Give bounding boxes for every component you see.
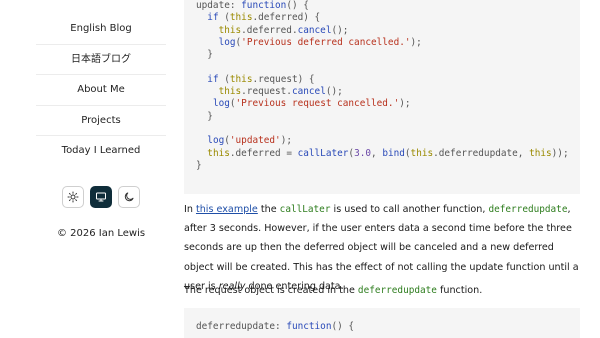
code-token: log xyxy=(212,98,230,110)
code-token: 'updated' xyxy=(229,135,281,147)
paragraph-request: The request object is created in the def… xyxy=(184,281,580,300)
code-token: } xyxy=(196,159,202,171)
code-token: .request. xyxy=(241,86,292,98)
light-theme-button[interactable] xyxy=(62,186,84,208)
code-line: this.deferred.cancel(); xyxy=(196,25,568,37)
code-line: log('Previous request cancelled.'); xyxy=(196,98,568,110)
code-token: callLater xyxy=(297,147,349,159)
code-line: log('updated'); xyxy=(196,135,568,147)
inline-code-calllater: callLater xyxy=(279,204,331,215)
code-line: update: function() { xyxy=(196,0,568,12)
code-token: this xyxy=(229,73,253,85)
code-token: (); xyxy=(325,86,343,98)
code-token: () { xyxy=(331,321,355,332)
dark-theme-button[interactable] xyxy=(118,186,140,208)
code-token: 'Previous deferred cancelled.' xyxy=(241,36,411,48)
code-line: } xyxy=(196,111,568,123)
code-token: cancel xyxy=(291,86,326,98)
code-line: this.deferred = callLater(3.0, bind(this… xyxy=(196,148,568,160)
text-segment: , after 3 seconds. However, if the user … xyxy=(184,204,579,292)
code-token: } xyxy=(196,110,213,122)
code-token: 'Previous request cancelled.' xyxy=(235,98,400,110)
code-line: } xyxy=(196,160,568,172)
sidebar-nav: English Blog 日本語ブログ About Me Projects To… xyxy=(36,14,166,167)
code-token: if xyxy=(207,12,219,24)
code-token: function xyxy=(286,321,332,332)
code-token: function xyxy=(241,0,287,11)
code-token: (); xyxy=(331,24,349,36)
text-segment: the xyxy=(257,204,280,215)
code-token: this xyxy=(229,12,253,24)
code-token: deferredupdate: xyxy=(196,321,287,332)
inline-code-deferredupdate: deferredupdate xyxy=(357,285,437,296)
theme-toggle-group xyxy=(62,186,140,208)
code-token: .deferredupdate, xyxy=(433,147,530,159)
code-token: .deferred) { xyxy=(252,12,321,24)
code-token: this xyxy=(218,24,242,36)
moon-icon xyxy=(124,192,134,202)
code-token: 3.0 xyxy=(354,147,372,159)
monitor-icon xyxy=(96,192,106,202)
code-block-deferredupdate: deferredupdate: function() { xyxy=(184,308,580,338)
code-token: this xyxy=(529,147,552,159)
sidebar-item-japanese-blog[interactable]: 日本語ブログ xyxy=(36,45,166,75)
sidebar-item-about-me[interactable]: About Me xyxy=(36,75,166,106)
code-token: ); xyxy=(410,36,422,48)
code-line: } xyxy=(196,49,568,61)
code-token: ); xyxy=(280,135,292,147)
this-example-link[interactable]: this example xyxy=(196,204,258,215)
code-token: log xyxy=(218,36,236,48)
code-line: this.request.cancel(); xyxy=(196,86,568,98)
code-line: if (this.deferred) { xyxy=(196,12,568,24)
code-token: .deferred. xyxy=(241,24,298,36)
text-segment: In xyxy=(184,204,196,215)
code-token: )); xyxy=(551,147,569,159)
code-token: this xyxy=(218,86,242,98)
code-token: .deferred = xyxy=(229,147,298,159)
code-token: () { xyxy=(286,0,309,11)
sidebar-item-english-blog[interactable]: English Blog xyxy=(36,14,166,45)
text-segment: is used to call another function, xyxy=(330,204,489,215)
code-line: log('Previous deferred cancelled.'); xyxy=(196,37,568,49)
code-token: update: xyxy=(196,0,242,11)
code-token: ( xyxy=(218,73,230,85)
sidebar-item-today-i-learned[interactable]: Today I Learned xyxy=(36,136,166,167)
code-line: deferredupdate: function() { xyxy=(196,321,568,333)
copyright-text: © 2026 Ian Lewis xyxy=(56,228,146,239)
inline-code-deferredupdate: deferredupdate xyxy=(488,204,568,215)
system-theme-button[interactable] xyxy=(90,186,112,208)
code-block-update: update: function() { if (this.deferred) … xyxy=(184,0,580,194)
code-token: } xyxy=(196,49,213,61)
sun-icon xyxy=(67,191,79,203)
code-token: this xyxy=(410,147,434,159)
text-segment: function. xyxy=(436,285,483,296)
code-token: this xyxy=(207,147,230,159)
sidebar-item-projects[interactable]: Projects xyxy=(36,106,166,136)
code-token: , xyxy=(371,147,383,159)
text-segment: The request object is created in the xyxy=(184,285,358,296)
code-token: log xyxy=(207,135,225,147)
code-token: cancel xyxy=(297,24,332,36)
code-token: ( xyxy=(218,12,230,24)
code-token: .request) { xyxy=(252,73,315,85)
code-token: ); xyxy=(399,98,411,110)
code-line: if (this.request) { xyxy=(196,74,568,86)
code-token: bind xyxy=(382,147,405,159)
code-token: if xyxy=(207,73,219,85)
